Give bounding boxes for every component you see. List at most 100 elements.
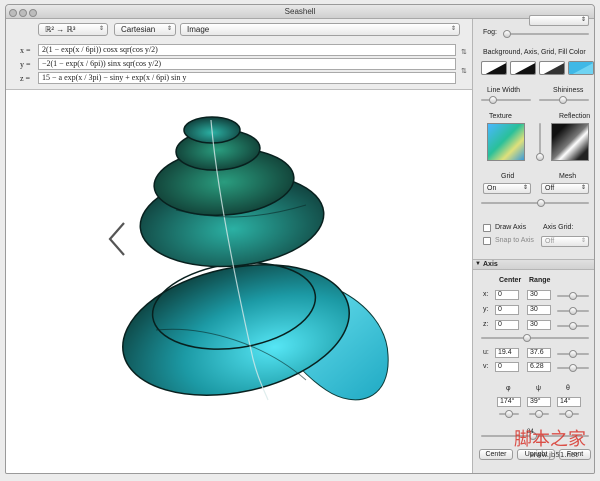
angle-theta-field[interactable]: 14° [557, 397, 581, 407]
updown-icon: ⇕ [580, 238, 586, 244]
reflection-well[interactable] [551, 123, 589, 161]
param-v-slider[interactable] [557, 364, 589, 372]
angle-phi-field[interactable]: 174° [497, 397, 521, 407]
param-u-max-field[interactable]: 37.6 [527, 348, 551, 358]
slider-knob[interactable] [569, 322, 577, 330]
angle-phi-slider[interactable] [499, 410, 519, 418]
angle-phi-label: φ [506, 385, 511, 392]
seashell-surface-graphic [122, 116, 389, 401]
axis-section-header[interactable]: ▼ Axis [473, 259, 594, 270]
fog-slider[interactable] [503, 30, 589, 38]
reflection-label: Reflection [559, 113, 591, 120]
slider-knob[interactable] [537, 199, 545, 207]
axis-z-range-field[interactable]: 30 [527, 320, 551, 330]
axis-y-slider[interactable] [557, 307, 589, 315]
equation-row-y: y = −2(1 − exp(x / 6pi)) sinx sqr(cos y/… [6, 58, 472, 72]
axis-y-label: y: [483, 306, 489, 313]
draw-axis-checkbox[interactable] [483, 224, 491, 232]
updown-icon: ⇕ [166, 26, 172, 32]
axis-y-center-field[interactable]: 0 [495, 305, 519, 315]
view-select-label: Image [187, 25, 210, 34]
settings-sidebar: ⇕ Fog: Background, Axis, Grid, Fill Colo… [472, 15, 594, 473]
line-width-slider[interactable] [481, 96, 531, 104]
equation-z-input[interactable]: 15 − a exp(x / 3pi) − siny + exp(x / 6pi… [38, 72, 456, 84]
param-v-min-field[interactable]: 0 [495, 362, 519, 372]
color-swatch-icon [543, 63, 564, 74]
grid-select[interactable]: On ⇕ [483, 183, 531, 194]
slider-knob[interactable] [569, 350, 577, 358]
param-v-label: v: [483, 363, 489, 370]
equation-x-input[interactable]: 2(1 − exp(x / 6pi)) cosx sqr(cos y/2) [38, 44, 456, 56]
title-bar: Seashell [6, 5, 594, 19]
coords-select[interactable]: Cartesian ⇕ [114, 23, 176, 36]
angle-psi-label: ψ [536, 385, 541, 392]
zoom-window-button[interactable] [29, 9, 37, 17]
color-swatch-icon [485, 63, 506, 74]
axis-z-slider[interactable] [557, 322, 589, 330]
color-swatch-icon [514, 63, 535, 74]
window-title: Seashell [284, 7, 316, 16]
angle-psi-slider[interactable] [529, 410, 549, 418]
previous-arrow-icon[interactable] [106, 219, 130, 259]
axis-x-range-field[interactable]: 30 [527, 290, 551, 300]
equation-row-x: x = 2(1 − exp(x / 6pi)) cosx sqr(cos y/2… [6, 44, 472, 58]
slider-knob[interactable] [523, 334, 531, 342]
snap-to-axis-checkbox[interactable] [483, 237, 491, 245]
swap-arrows-icon[interactable]: ⇅ [461, 67, 467, 75]
mesh-label: Mesh [559, 173, 577, 180]
axis-y-range-field[interactable]: 30 [527, 305, 551, 315]
angle-psi-field[interactable]: 39° [527, 397, 551, 407]
mesh-select[interactable]: Off ⇕ [541, 183, 589, 194]
angle-theta-label: θ [566, 385, 570, 392]
fog-label: Fog: [483, 29, 498, 36]
equation-label: x = [20, 46, 31, 55]
render-canvas[interactable] [6, 89, 472, 473]
slider-knob[interactable] [569, 364, 577, 372]
watermark-url: www.jb51.net [530, 451, 578, 459]
equation-row-z: z = 15 − a exp(x / 3pi) − siny + exp(x /… [6, 72, 472, 86]
axis-x-slider[interactable] [557, 292, 589, 300]
close-window-button[interactable] [9, 9, 17, 17]
center-column-label: Center [499, 277, 522, 284]
sidebar-top-select[interactable]: ⇕ [529, 15, 589, 26]
background-color-well[interactable] [481, 61, 507, 75]
param-v-max-field[interactable]: 6.28 [527, 362, 551, 372]
reflection-amount-slider[interactable] [536, 123, 544, 161]
minimize-window-button[interactable] [19, 9, 27, 17]
angle-theta-slider[interactable] [559, 410, 579, 418]
draw-axis-label: Draw Axis [495, 224, 527, 231]
param-u-slider[interactable] [557, 350, 589, 358]
shininess-slider[interactable] [539, 96, 589, 104]
slider-knob[interactable] [505, 410, 513, 418]
axis-scale-slider[interactable] [481, 334, 589, 342]
disclosure-triangle-icon[interactable]: ▼ [475, 260, 481, 269]
slider-knob[interactable] [559, 96, 567, 104]
coords-select-label: Cartesian [121, 25, 156, 34]
fill-color-well[interactable] [568, 61, 594, 75]
axis-section-title: Axis [483, 261, 498, 268]
equation-y-input[interactable]: −2(1 − exp(x / 6pi)) sinx sqr(cos y/2) [38, 58, 456, 70]
mapping-select[interactable]: ℝ² → ℝ³ ⇕ [38, 23, 108, 36]
view-select[interactable]: Image ⇕ [180, 23, 460, 36]
param-u-label: u: [483, 349, 489, 356]
grid-density-slider[interactable] [481, 199, 589, 207]
axis-color-well[interactable] [510, 61, 536, 75]
slider-knob[interactable] [569, 307, 577, 315]
texture-well[interactable] [487, 123, 525, 161]
center-button[interactable]: Center [479, 449, 513, 460]
axis-grid-select[interactable]: Off ⇕ [541, 236, 589, 247]
slider-knob[interactable] [535, 410, 543, 418]
updown-icon: ⇕ [580, 185, 586, 191]
slider-knob[interactable] [565, 410, 573, 418]
slider-knob[interactable] [503, 30, 511, 38]
grid-label: Grid [501, 173, 515, 180]
slider-knob[interactable] [536, 153, 544, 161]
grid-color-well[interactable] [539, 61, 565, 75]
slider-knob[interactable] [489, 96, 497, 104]
slider-knob[interactable] [569, 292, 577, 300]
swap-arrows-icon[interactable]: ⇅ [461, 48, 467, 56]
app-window: Seashell ℝ² → ℝ³ ⇕ Cartesian ⇕ Image ⇕ x = … [5, 4, 595, 474]
param-u-min-field[interactable]: 19.4 [495, 348, 519, 358]
axis-z-center-field[interactable]: 0 [495, 320, 519, 330]
axis-x-center-field[interactable]: 0 [495, 290, 519, 300]
